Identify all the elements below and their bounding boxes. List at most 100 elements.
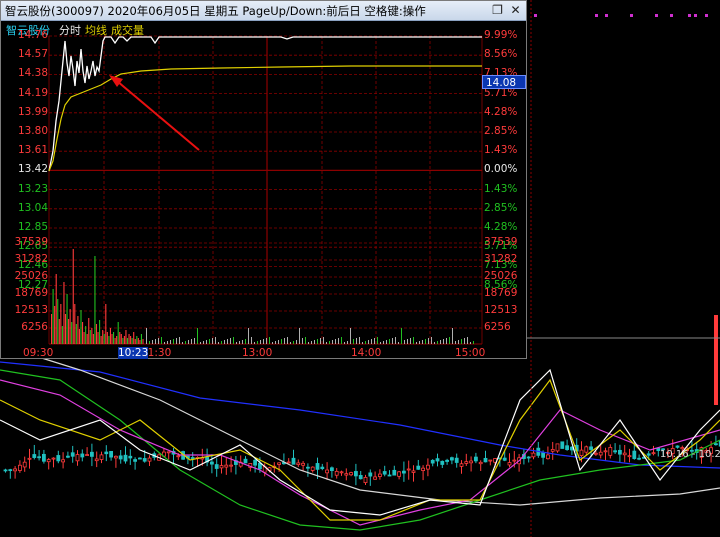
volume-bar [233,337,234,344]
candle-body [291,457,296,465]
candle-body [305,466,310,469]
candle-body [75,454,80,462]
candle-body [464,461,469,464]
marker-dot [534,14,537,17]
volume-bar [164,342,165,344]
volume-bar [260,340,261,344]
volume-bar [109,328,111,344]
candle-body [377,473,382,477]
candle-body [637,457,641,460]
volume-bar [356,338,357,344]
current-price-tag: 14.08 [482,75,526,89]
volume-bar [203,341,204,344]
volume-bar [78,329,80,344]
candle-body [411,470,416,473]
candle-body [401,470,406,474]
volume-bar [311,341,312,344]
candle-body [512,459,517,462]
volume-bar [113,332,115,344]
volume-bar [299,328,300,344]
volume-bar [66,294,68,344]
volume-bar [278,340,279,344]
volume-bar [281,339,282,344]
percent-label: 2.85% [484,201,518,214]
volume-bar [99,320,101,344]
candle-body [430,459,435,464]
candle-body [118,455,123,460]
volume-bar [146,328,147,344]
arrow-shaft [116,80,200,151]
volume-bar [386,340,387,344]
bg-range-label: 10.16 - 10.2 [660,449,720,460]
candle-body [714,315,718,405]
volume-bar [395,337,396,344]
volume-bar [320,338,321,344]
candle-body [32,454,37,458]
volume-bar [422,340,423,344]
volume-bar [404,340,405,344]
volume-bar [449,337,450,344]
volume-bar [326,342,327,344]
candle-body [714,443,718,446]
time-label: 09:30 [23,347,54,359]
candle-body [565,445,569,450]
volume-bar [82,322,84,344]
volume-bar [188,340,189,344]
volume-bar [269,337,270,344]
volume-bar [410,338,411,344]
candle-body [459,463,464,467]
volume-bar [212,338,213,344]
volume-bar [425,339,426,344]
candle-body [42,453,46,462]
volume-bar [123,336,125,344]
candle-body [37,456,41,459]
volume-bar [182,342,183,344]
volume-bar [173,339,174,344]
candle-body [560,441,565,449]
percent-label: 1.43% [484,144,518,157]
candle-body [286,461,291,464]
candle-body [99,454,104,460]
candle-body [128,455,133,459]
intraday-popup-window[interactable]: 智云股份(300097) 2020年06月05日 星期五 PageUp/Down… [0,0,527,359]
price-label: 13.23 [17,182,48,195]
candle-body [104,451,109,455]
volume-bar [365,341,366,344]
volume-bar [142,339,144,344]
volume-bar [248,328,249,344]
candle-body [416,465,421,470]
volume-bar [111,334,113,344]
volume-bar [461,339,462,344]
volume-bar [89,330,91,344]
volume-bar [61,326,63,344]
candle-body [353,471,358,477]
candle-body [627,455,632,458]
candle-body [85,454,89,456]
volume-bar [383,341,384,344]
candle-body [325,469,330,474]
volume-bar [263,339,264,344]
candle-body [114,455,118,459]
volume-bar [55,274,57,344]
cursor-time-tag: 10:23 [118,347,149,359]
intraday-chart[interactable] [1,1,528,360]
candle-body [70,452,75,457]
candle-body [296,462,301,466]
candle-body [368,472,373,477]
volume-bar [230,338,231,344]
volume-bar [296,340,297,344]
volume-bar [119,332,121,344]
candle-body [277,462,282,465]
time-label: 14:00 [351,347,382,359]
candle-body [598,451,603,456]
candle-body [17,464,22,471]
volume-bar [140,334,142,344]
volume-bar [92,334,94,344]
volume-bar [130,336,132,344]
candle-body [363,476,368,484]
volume-bar [440,340,441,344]
volume-label: 31282 [14,253,48,265]
volume-label-right: 25026 [484,270,518,282]
candle-body [435,458,440,462]
volume-bar [58,319,60,344]
